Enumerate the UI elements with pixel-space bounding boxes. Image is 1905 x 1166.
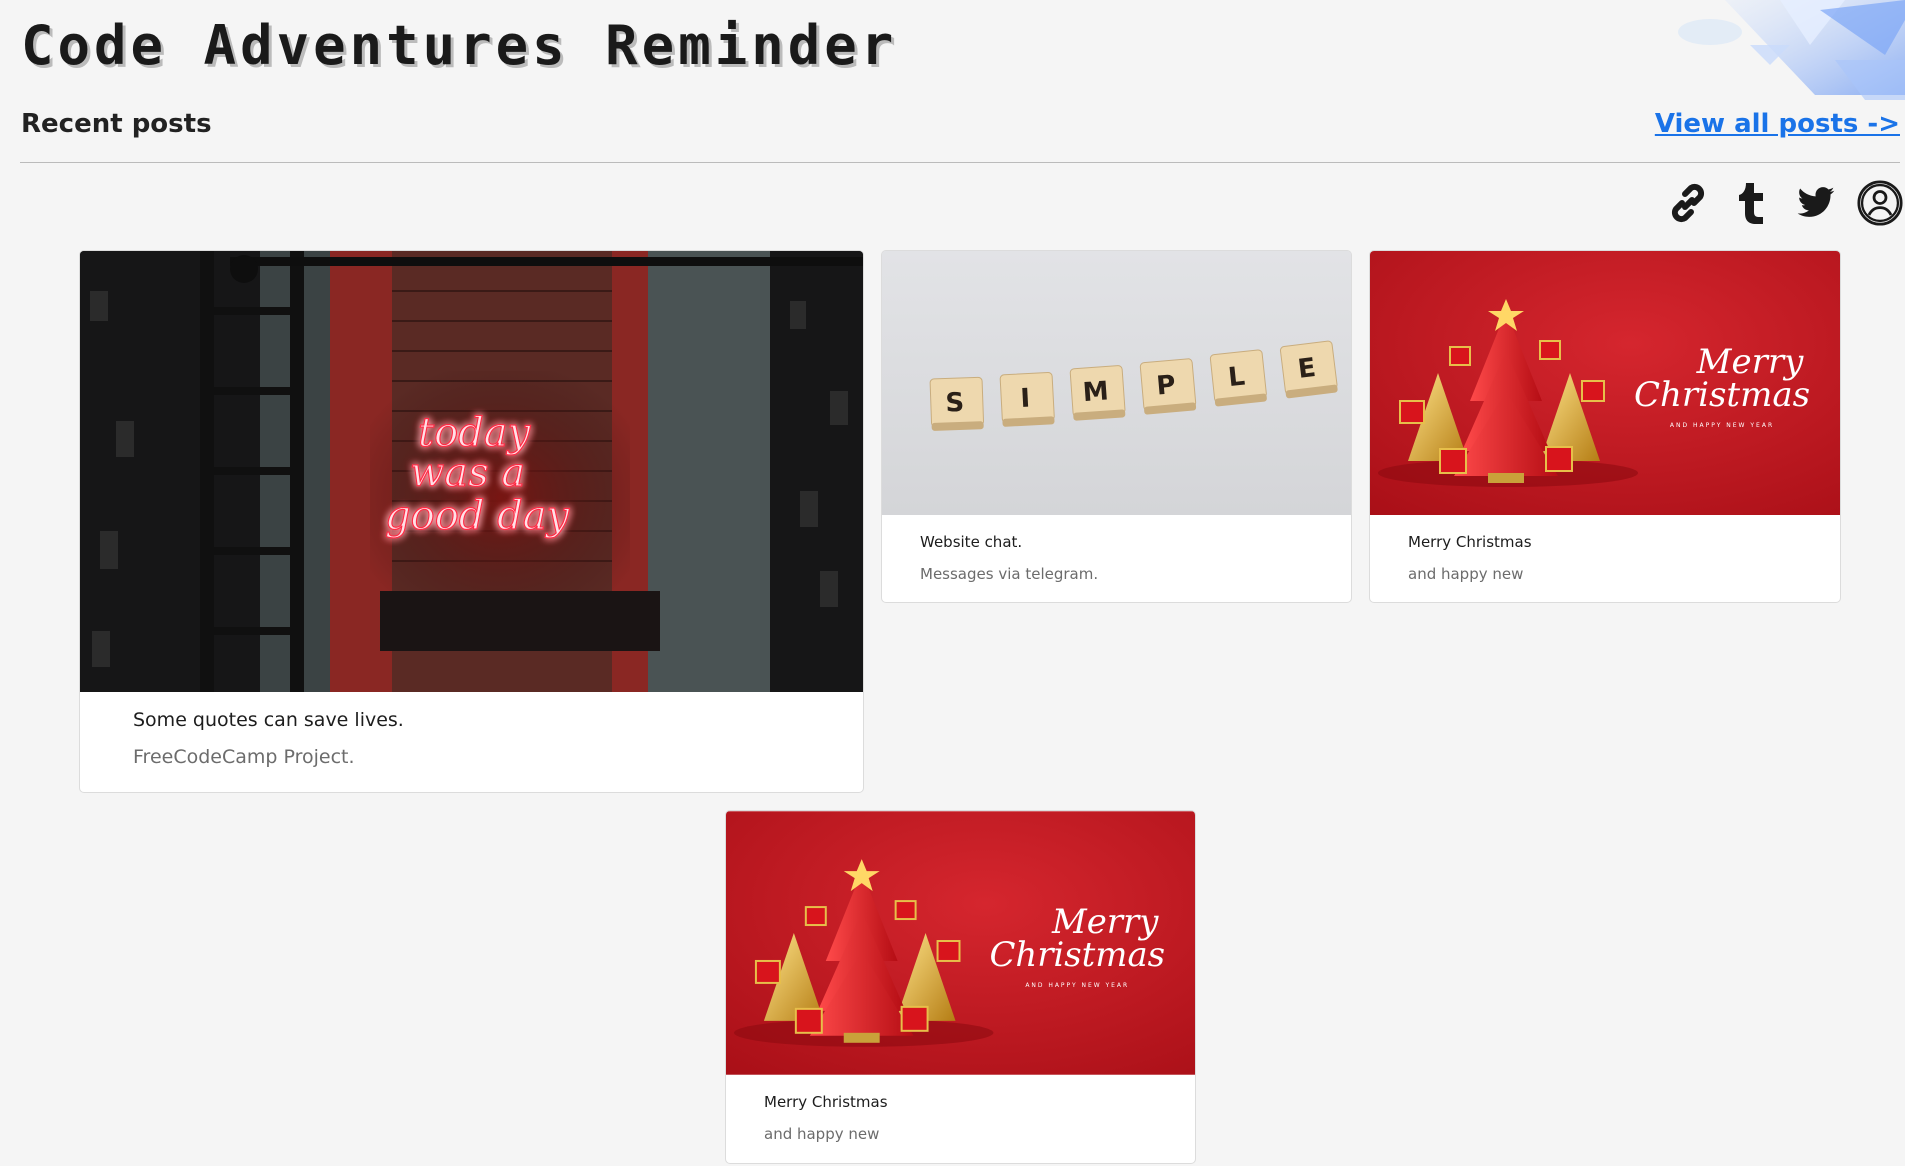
posts-bar: Recent posts View all posts -> — [21, 106, 1900, 142]
post-image-christmas-card: Merry Christmas AND HAPPY NEW YEAR — [726, 811, 1195, 1075]
post-title: Website chat. — [920, 533, 1023, 551]
post-card[interactable]: Merry Christmas AND HAPPY NEW YEAR Merry… — [1369, 250, 1841, 603]
post-title: Some quotes can save lives. — [133, 709, 404, 731]
post-card[interactable]: today was a good day Some quotes can sav… — [79, 250, 864, 793]
tile-letter-p: P — [1155, 370, 1177, 402]
post-card-body: Some quotes can save lives. FreeCodeCamp… — [80, 692, 863, 768]
section-divider — [20, 162, 1900, 163]
view-all-posts-link[interactable]: View all posts -> — [1655, 109, 1900, 139]
recent-posts-heading: Recent posts — [21, 109, 212, 139]
twitter-icon[interactable] — [1793, 180, 1839, 226]
corner-decoration — [1605, 0, 1905, 110]
post-card-body: Merry Christmas and happy new — [726, 1075, 1195, 1143]
tile-letter-e: E — [1296, 353, 1317, 385]
post-image-christmas-card: Merry Christmas AND HAPPY NEW YEAR — [1370, 251, 1840, 515]
post-card-body: Website chat. Messages via telegram. — [882, 515, 1351, 583]
neon-text-line-2: was a — [410, 450, 525, 496]
post-card-body: Merry Christmas and happy new — [1370, 515, 1840, 583]
post-image-scrabble-tiles: S I M P L E — [882, 251, 1351, 515]
post-title: Merry Christmas — [764, 1093, 888, 1111]
tile-letter-m: M — [1082, 376, 1110, 408]
tumblr-icon[interactable] — [1729, 180, 1775, 226]
link-icon[interactable] — [1665, 180, 1711, 226]
card-script-christmas: Christmas — [1634, 375, 1810, 415]
social-links — [1665, 180, 1903, 226]
card-script-christmas: Christmas — [989, 935, 1165, 974]
post-card[interactable]: S I M P L E Website chat. Messages via t… — [881, 250, 1352, 603]
neon-text-line-3: good day — [385, 493, 571, 539]
profile-icon[interactable] — [1857, 180, 1903, 226]
tile-letter-i: I — [1020, 383, 1031, 413]
post-title: Merry Christmas — [1408, 533, 1532, 551]
post-subtitle: and happy new — [764, 1125, 880, 1143]
tile-letter-s: S — [945, 388, 965, 419]
post-subtitle: and happy new — [1408, 565, 1524, 583]
tile-letter-l: L — [1227, 362, 1247, 394]
post-subtitle: FreeCodeCamp Project. — [133, 746, 355, 768]
site-header: Code Adventures Reminder — [21, 14, 897, 77]
card-small-text: AND HAPPY NEW YEAR — [1670, 422, 1774, 429]
post-image-neon-sign: today was a good day — [80, 251, 863, 692]
card-small-text: AND HAPPY NEW YEAR — [1025, 982, 1129, 989]
post-card[interactable]: Merry Christmas AND HAPPY NEW YEAR Merry… — [725, 810, 1196, 1164]
site-title: Code Adventures Reminder — [21, 14, 898, 77]
post-subtitle: Messages via telegram. — [920, 565, 1099, 583]
